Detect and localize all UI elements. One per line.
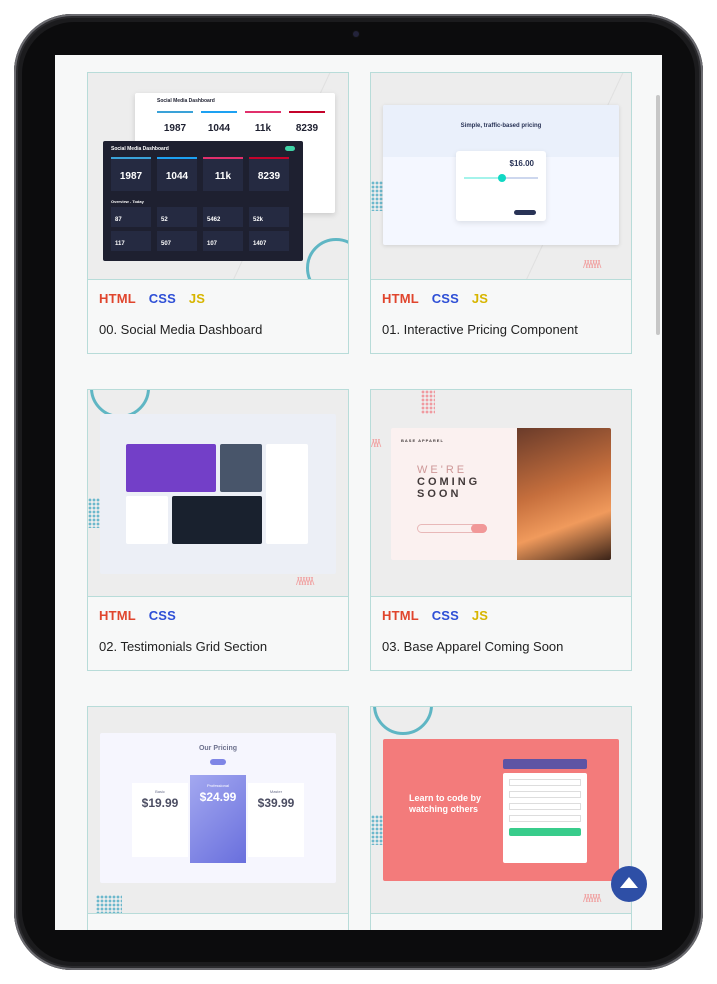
- project-title[interactable]: 02. Testimonials Grid Section: [99, 639, 267, 654]
- project-card-our-pricing[interactable]: Our Pricing Basic $19.99 Professional $2…: [87, 706, 349, 930]
- project-card-learn-to-code[interactable]: /\/\/\/\/\/\ Learn to code by watching o…: [370, 706, 632, 930]
- tag-js: JS: [471, 291, 489, 306]
- tag-html: HTML: [99, 608, 136, 623]
- project-thumbnail[interactable]: /\/\/\/\/\/\ Simple, traffic-based prici…: [371, 73, 631, 280]
- project-thumbnail[interactable]: Social Media Dashboard 1987 1044 11k 823…: [88, 73, 348, 280]
- tech-tags: HTML CSS JS: [99, 291, 214, 306]
- tag-css: CSS: [431, 608, 460, 623]
- decor-arc: [306, 238, 348, 279]
- decor-zigzag: /\/\/\/\/\/\: [296, 576, 314, 587]
- project-title[interactable]: 00. Social Media Dashboard: [99, 322, 262, 337]
- tag-js: JS: [188, 291, 206, 306]
- tech-tags: HTML CSS JS: [382, 608, 497, 623]
- scrollbar[interactable]: [656, 95, 660, 335]
- project-title[interactable]: 03. Base Apparel Coming Soon: [382, 639, 563, 654]
- decor-dots: [96, 895, 122, 913]
- decor-zigzag: /\/\/\: [371, 438, 381, 449]
- decor-arc: [373, 707, 433, 735]
- decor-dots: [421, 390, 435, 414]
- decor-zigzag: /\/\/\/\/\/\: [583, 893, 601, 904]
- screen: Social Media Dashboard 1987 1044 11k 823…: [55, 55, 662, 930]
- tech-tags: HTML CSS JS: [382, 291, 497, 306]
- pricing-preview: Simple, traffic-based pricing $16.00: [383, 105, 619, 245]
- project-card-social-media-dashboard[interactable]: Social Media Dashboard 1987 1044 11k 823…: [87, 72, 349, 354]
- project-title[interactable]: 01. Interactive Pricing Component: [382, 322, 578, 337]
- tag-css: CSS: [431, 291, 460, 306]
- tag-html: HTML: [382, 608, 419, 623]
- project-card-interactive-pricing[interactable]: /\/\/\/\/\/\ Simple, traffic-based prici…: [370, 72, 632, 354]
- dashboard-dark-preview: Social Media Dashboard 1987 1044 11k 823…: [103, 141, 303, 261]
- project-thumbnail[interactable]: /\/\/\/\/\/\ Learn to code by watching o…: [371, 707, 631, 914]
- project-thumbnail[interactable]: /\/\/\/\/\/\: [88, 390, 348, 597]
- tag-js: JS: [471, 608, 489, 623]
- tech-tags: HTML CSS: [99, 608, 185, 623]
- tag-html: HTML: [99, 291, 136, 306]
- testimonials-preview: [100, 414, 336, 574]
- project-thumbnail[interactable]: Our Pricing Basic $19.99 Professional $2…: [88, 707, 348, 914]
- back-to-top-button[interactable]: [611, 866, 647, 902]
- tag-html: HTML: [382, 291, 419, 306]
- coming-soon-preview: BASE APPAREL WE'RE COMING SOON: [391, 428, 611, 560]
- tag-css: CSS: [148, 608, 177, 623]
- project-thumbnail[interactable]: /\/\/\ BASE APPAREL WE'RE COMING SOON: [371, 390, 631, 597]
- learn-code-preview: Learn to code by watching others: [383, 739, 619, 881]
- arrow-up-icon: [620, 877, 638, 888]
- project-card-testimonials-grid[interactable]: /\/\/\/\/\/\ HTML CSS 02. Testimonials G…: [87, 389, 349, 671]
- our-pricing-preview: Our Pricing Basic $19.99 Professional $2…: [100, 733, 336, 883]
- decor-zigzag: /\/\/\/\/\/\: [583, 259, 601, 270]
- tag-css: CSS: [148, 291, 177, 306]
- project-card-base-apparel[interactable]: /\/\/\ BASE APPAREL WE'RE COMING SOON HT…: [370, 389, 632, 671]
- camera-dot: [353, 31, 359, 37]
- model-photo: [517, 428, 611, 560]
